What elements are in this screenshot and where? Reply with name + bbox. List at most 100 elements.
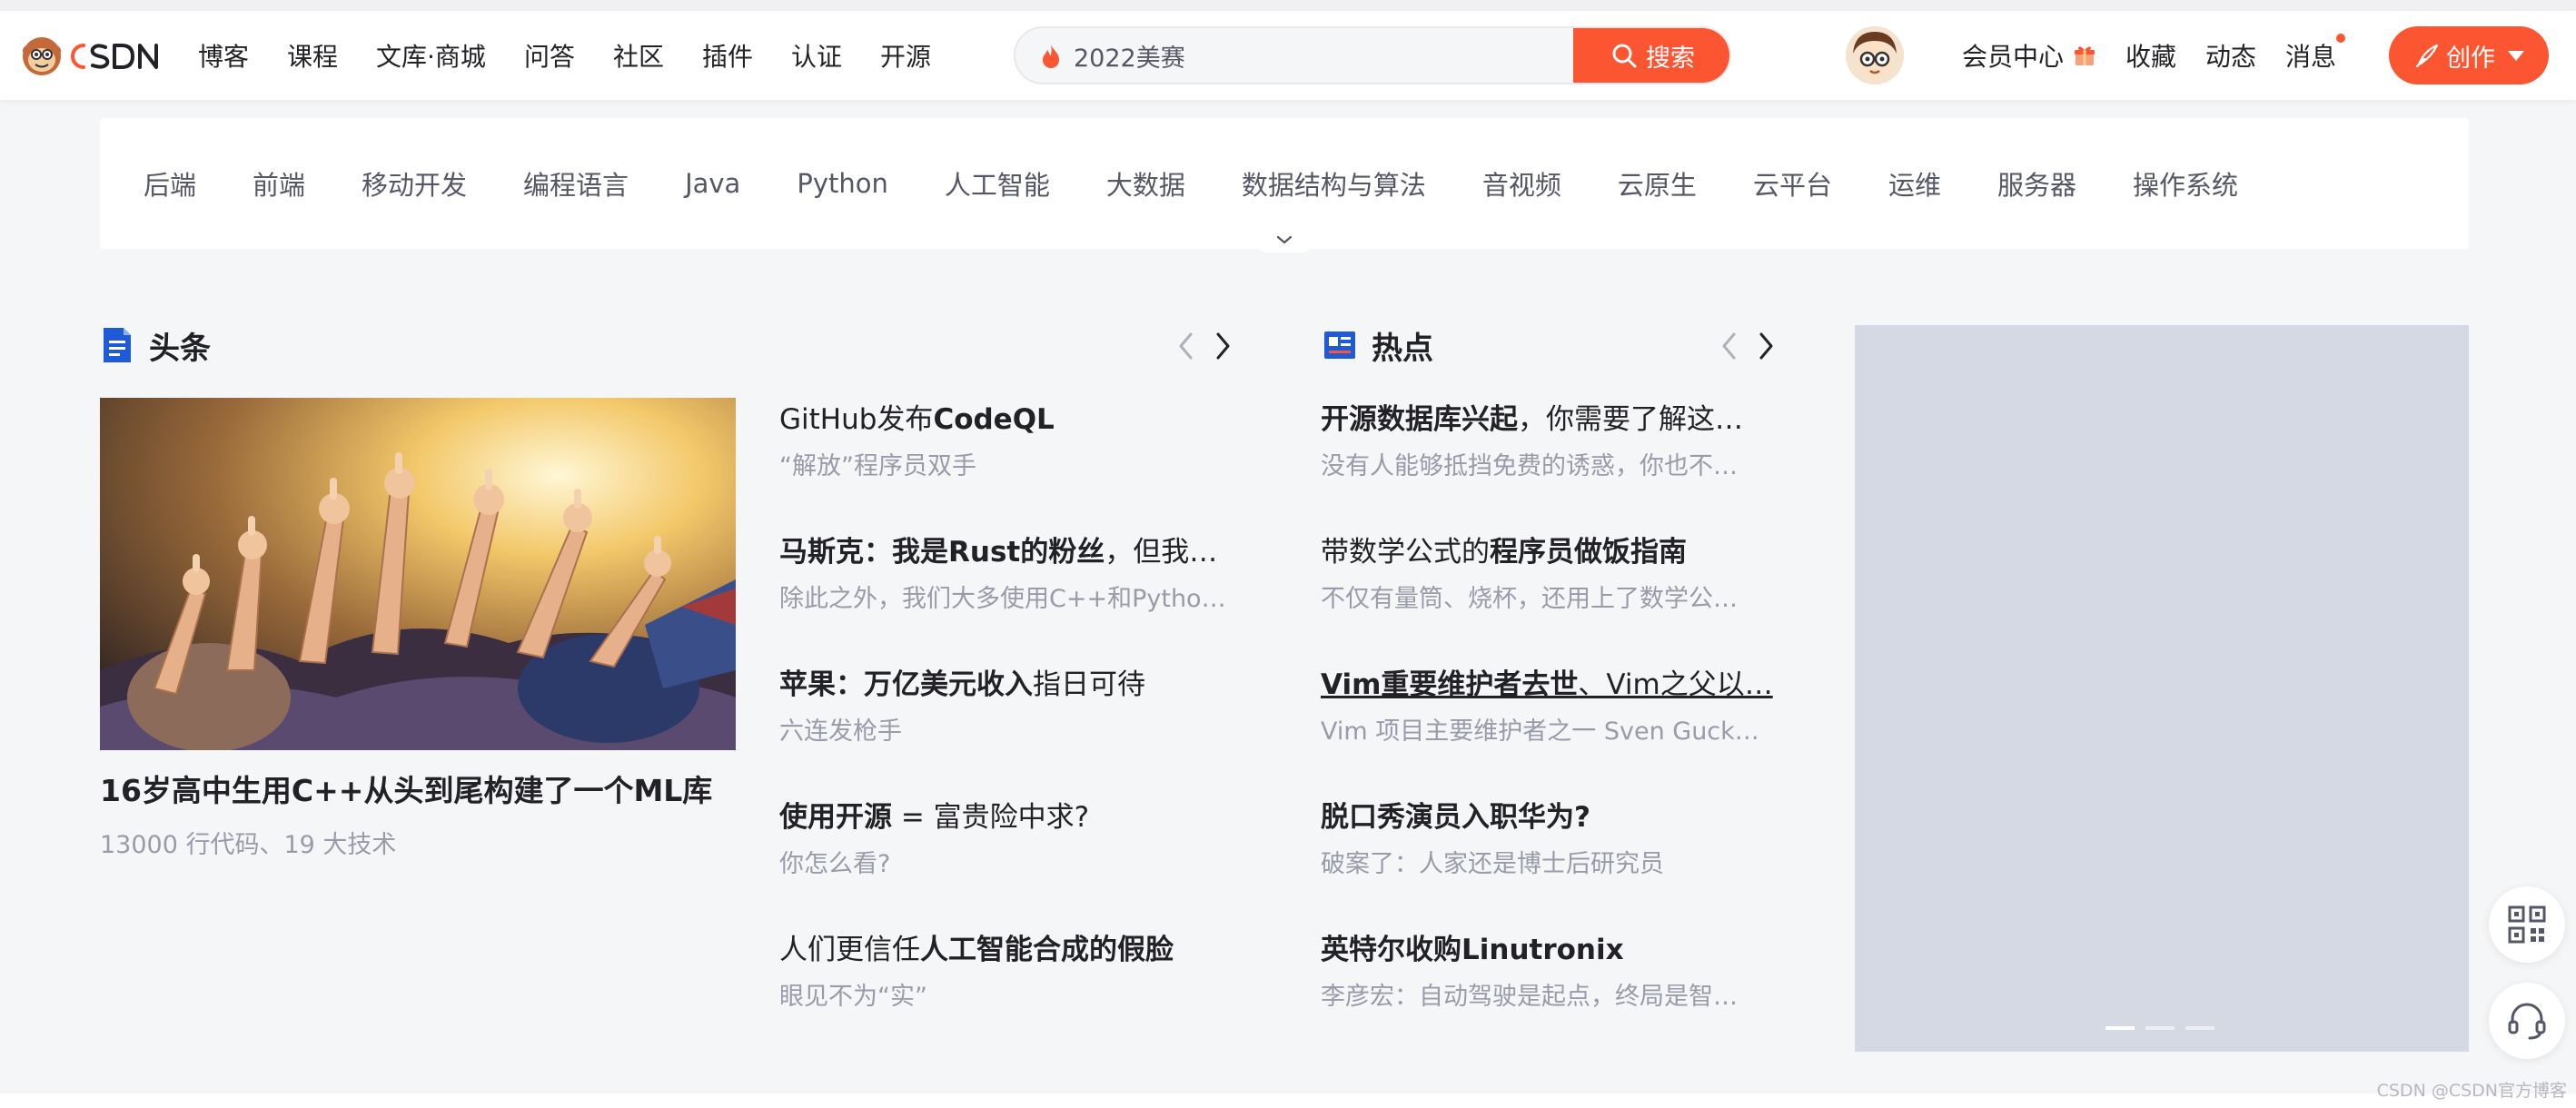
news-description: 六连发枪手: [779, 717, 902, 746]
pen-icon: [2415, 44, 2439, 68]
chevron-left-icon[interactable]: [1177, 331, 1195, 361]
hot-title: 热点: [1372, 330, 1433, 367]
list-item[interactable]: 人们更信任人工智能合成的假脸 眼见不为“实”: [779, 928, 1234, 1061]
user-nav: 会员中心 收藏 动态 消息: [1962, 11, 2365, 100]
list-item[interactable]: 开源数据库兴起，你需要了解这… 没有人能够抵挡免费的诱惑，你也不…: [1321, 398, 1775, 530]
category-expand-toggle[interactable]: [1255, 227, 1313, 252]
create-button[interactable]: 创作: [2389, 26, 2549, 84]
category-languages[interactable]: 编程语言: [523, 164, 629, 203]
news-description: 李彦宏：自动驾驶是起点，终局是智…: [1321, 983, 1738, 1011]
search-icon: [1612, 44, 1637, 68]
messages-link[interactable]: 消息: [2285, 34, 2346, 74]
category-big-data[interactable]: 大数据: [1106, 164, 1185, 203]
list-item[interactable]: 带数学公式的程序员做饭指南 不仅有量筒、烧杯，还用上了数学公…: [1321, 530, 1775, 663]
banner-pagination: [2105, 1026, 2225, 1030]
nav-item-courses[interactable]: 课程: [287, 37, 338, 74]
headlines-title: 头条: [149, 330, 211, 367]
category-os[interactable]: 操作系统: [2133, 164, 2238, 203]
banner-dot-3[interactable]: [2185, 1026, 2214, 1030]
news-description: “解放”程序员双手: [779, 452, 976, 480]
banner-dot-1[interactable]: [2105, 1026, 2135, 1030]
hot-pager: [1702, 331, 1775, 361]
headline-hero-title[interactable]: 16岁高中生用C++从头到尾构建了一个ML库: [100, 767, 712, 810]
list-item[interactable]: 苹果：万亿美元收入指日可待 六连发枪手: [779, 663, 1234, 796]
headline-hero-image[interactable]: [100, 398, 736, 750]
unread-dot: [2336, 34, 2346, 43]
news-description: 没有人能够抵挡免费的诱惑，你也不…: [1321, 452, 1738, 480]
search-button[interactable]: 搜索: [1573, 28, 1729, 83]
list-item[interactable]: 英特尔收购Linutronix 李彦宏：自动驾驶是起点，终局是智…: [1321, 928, 1775, 1061]
banner-dot-2[interactable]: [2145, 1026, 2175, 1030]
chevron-left-icon[interactable]: [1720, 331, 1739, 361]
news-title: 开源数据库兴起，你需要了解这…: [1321, 403, 1743, 436]
category-cloud-native[interactable]: 云原生: [1618, 164, 1697, 203]
user-avatar[interactable]: [1846, 26, 1904, 84]
hot-list: 开源数据库兴起，你需要了解这… 没有人能够抵挡免费的诱惑，你也不… 带数学公式的…: [1321, 398, 1775, 1061]
news-description: 不仅有量筒、烧杯，还用上了数学公…: [1321, 585, 1738, 613]
qr-code-icon: [2508, 905, 2546, 944]
nav-item-qa[interactable]: 问答: [524, 37, 575, 74]
search-input[interactable]: [1074, 28, 1582, 83]
nav-item-plugins[interactable]: 插件: [702, 37, 753, 74]
category-server[interactable]: 服务器: [1997, 164, 2076, 203]
news-title: 马斯克：我是Rust的粉丝，但我…: [779, 536, 1218, 569]
list-item[interactable]: 脱口秀演员入职华为? 破案了：人家还是博士后研究员: [1321, 796, 1775, 928]
list-item[interactable]: GitHub发布CodeQL “解放”程序员双手: [779, 398, 1234, 530]
chevron-right-icon[interactable]: [1214, 331, 1232, 361]
category-ai[interactable]: 人工智能: [945, 164, 1050, 203]
vip-center-link[interactable]: 会员中心: [1962, 37, 2096, 74]
headset-icon: [2508, 1003, 2546, 1040]
news-title: 英特尔收购Linutronix: [1321, 934, 1624, 966]
headlines-header: 头条: [100, 323, 211, 367]
nav-item-library-mall[interactable]: 文库·商城: [376, 37, 486, 74]
category-algorithms[interactable]: 数据结构与算法: [1242, 164, 1426, 203]
csdn-logo[interactable]: [20, 33, 169, 78]
chevron-right-icon[interactable]: [1757, 331, 1775, 361]
category-cloud-platform[interactable]: 云平台: [1753, 164, 1832, 203]
favorites-link[interactable]: 收藏: [2125, 37, 2176, 74]
promo-banner[interactable]: [1855, 325, 2469, 1052]
bottom-strip: [0, 1093, 2576, 1108]
vip-center-label: 会员中心: [1962, 42, 2065, 72]
category-ops[interactable]: 运维: [1888, 164, 1941, 203]
news-title: Vim重要维护者去世、Vim之父以…: [1321, 668, 1773, 701]
category-frontend[interactable]: 前端: [253, 164, 305, 203]
news-title: 脱口秀演员入职华为?: [1321, 801, 1590, 834]
news-title: GitHub发布CodeQL: [779, 403, 1055, 436]
avatar-image: [1846, 26, 1904, 84]
nav-item-blog[interactable]: 博客: [198, 37, 249, 74]
category-backend[interactable]: 后端: [144, 164, 196, 203]
news-title: 苹果：万亿美元收入指日可待: [779, 668, 1145, 701]
list-item[interactable]: Vim重要维护者去世、Vim之父以… Vim 项目主要维护者之一 Sven Gu…: [1321, 663, 1775, 796]
nav-item-open-source[interactable]: 开源: [880, 37, 931, 74]
document-icon: [104, 328, 131, 362]
news-description: 眼见不为“实”: [779, 983, 927, 1011]
watermark: CSDN @CSDN官方博客: [2376, 1081, 2567, 1101]
headlines-list: GitHub发布CodeQL “解放”程序员双手 马斯克：我是Rust的粉丝，但…: [779, 398, 1234, 1061]
caret-down-icon: [2508, 50, 2524, 61]
nav-item-community[interactable]: 社区: [613, 37, 664, 74]
category-python[interactable]: Python: [797, 168, 888, 199]
nav-item-certification[interactable]: 认证: [791, 37, 842, 74]
list-item[interactable]: 马斯克：我是Rust的粉丝，但我… 除此之外，我们大多使用C++和Pytho…: [779, 530, 1234, 663]
search-button-label: 搜索: [1646, 44, 1695, 73]
news-description: 除此之外，我们大多使用C++和Pytho…: [779, 585, 1226, 613]
flame-icon: [1043, 45, 1059, 68]
category-mobile[interactable]: 移动开发: [362, 164, 467, 203]
csdn-logo-icon: [23, 37, 158, 75]
news-title: 使用开源 = 富贵险中求?: [779, 801, 1090, 834]
hot-header: 热点: [1323, 323, 1433, 367]
category-list: 后端 前端 移动开发 编程语言 Java Python 人工智能 大数据 数据结…: [144, 118, 2294, 249]
chevron-down-icon: [1276, 235, 1293, 244]
messages-label: 消息: [2285, 42, 2337, 72]
qr-code-button[interactable]: [2489, 886, 2565, 963]
category-java[interactable]: Java: [685, 168, 740, 199]
create-button-label: 创作: [2446, 44, 2495, 73]
news-title: 人们更信任人工智能合成的假脸: [779, 934, 1174, 966]
news-description: 破案了：人家还是博士后研究员: [1321, 850, 1664, 878]
list-item[interactable]: 使用开源 = 富贵险中求? 你怎么看?: [779, 796, 1234, 928]
customer-service-button[interactable]: [2489, 983, 2565, 1059]
dynamic-link[interactable]: 动态: [2205, 37, 2256, 74]
main-nav: 博客 课程 文库·商城 问答 社区 插件 认证 开源: [198, 11, 969, 100]
category-audio-video[interactable]: 音视频: [1482, 164, 1561, 203]
